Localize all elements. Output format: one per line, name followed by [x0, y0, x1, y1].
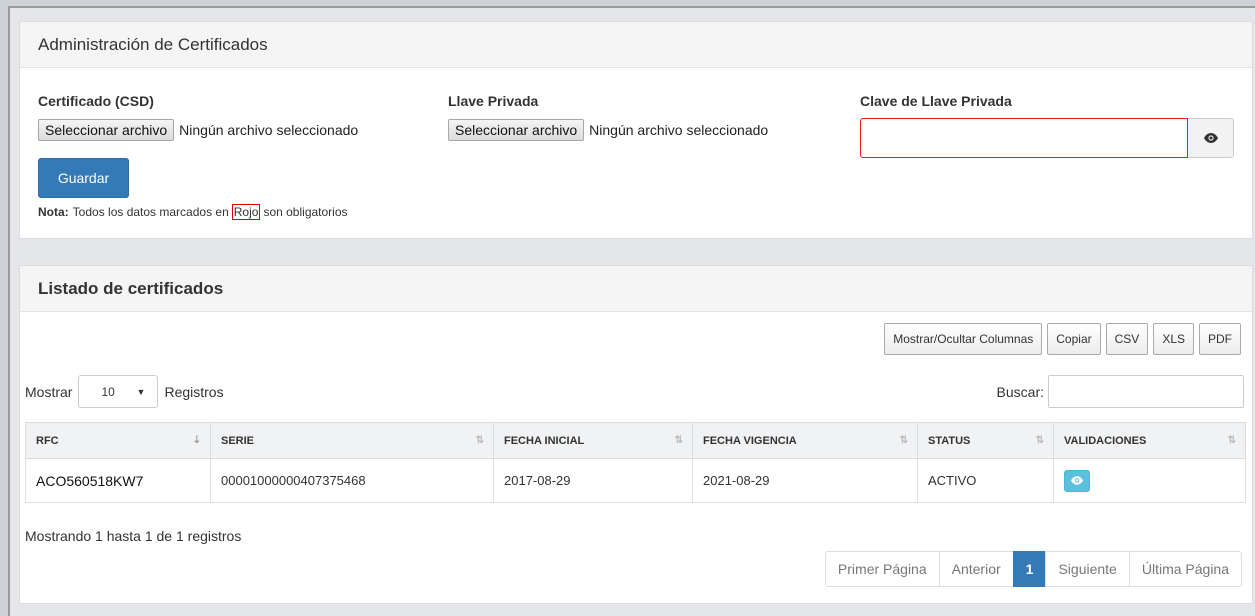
- clave-field: Clave de Llave Privada: [860, 93, 1234, 158]
- clave-password-input[interactable]: [860, 118, 1188, 158]
- llave-file-status: Ningún archivo seleccionado: [589, 122, 769, 138]
- column-label: FECHA INICIAL: [504, 434, 585, 447]
- cell-serie: 00001000000407375468: [210, 458, 494, 503]
- certificado-file-status: Ningún archivo seleccionado: [179, 122, 359, 138]
- llave-file-button[interactable]: Seleccionar archivo: [448, 119, 585, 141]
- panel-title: Listado de certificados: [38, 278, 224, 298]
- caret-down-icon: ▼: [136, 386, 146, 397]
- certificado-field: Certificado (CSD) Seleccionar archivo Ni…: [38, 93, 358, 141]
- table-row: ACO560518KW7 00001000000407375468 2017-0…: [25, 458, 1246, 503]
- panel-heading: Administración de Certificados: [20, 22, 1252, 68]
- sort-icon: ⇅: [674, 435, 683, 446]
- column-header-status[interactable]: STATUS ⇅: [917, 422, 1054, 459]
- sort-icon: ⇅: [899, 435, 908, 446]
- panel-title: Administración de Certificados: [38, 34, 268, 54]
- page-length-value: 10: [101, 384, 115, 399]
- column-label: FECHA VIGENCIA: [703, 434, 797, 447]
- rfc-value: ACO560518KW7: [36, 469, 196, 492]
- eye-icon: [1203, 133, 1218, 143]
- cell-status: ACTIVO: [917, 458, 1054, 503]
- note-text-before: Todos los datos marcados en: [72, 205, 229, 219]
- column-label: RFC: [36, 434, 59, 447]
- note-text-after: son obligatorios: [263, 205, 348, 219]
- certificado-label: Certificado (CSD): [38, 93, 154, 109]
- page-length-select[interactable]: 10 ▼: [78, 375, 159, 408]
- cell-fecha-inicial: 2017-08-29: [493, 458, 693, 503]
- page-next-button[interactable]: Siguiente: [1045, 551, 1130, 587]
- page-last-button[interactable]: Última Página: [1128, 551, 1242, 587]
- certificates-admin-panel: Administración de Certificados Certifica…: [19, 21, 1253, 239]
- column-label: SERIE: [221, 434, 255, 447]
- sort-icon: ⇅: [475, 435, 484, 446]
- copy-button[interactable]: Copiar: [1047, 323, 1101, 355]
- llave-label: Llave Privada: [448, 93, 539, 109]
- column-header-fecha-inicial[interactable]: FECHA INICIAL ⇅: [493, 422, 693, 459]
- certificates-table: RFC ⇣ SERIE ⇅ FECHA INICIAL ⇅ FECHA VIGENCI…: [25, 422, 1246, 503]
- column-header-validaciones[interactable]: VALIDACIONES ⇅: [1053, 422, 1246, 459]
- cell-rfc: ACO560518KW7: [25, 458, 211, 503]
- cell-fecha-vigencia: 2021-08-29: [692, 458, 918, 503]
- clave-label: Clave de Llave Privada: [860, 93, 1012, 109]
- eye-icon: [1071, 476, 1083, 485]
- page-prev-button[interactable]: Anterior: [938, 551, 1014, 587]
- note-highlight: Rojo: [231, 204, 261, 220]
- column-header-fecha-vigencia[interactable]: FECHA VIGENCIA ⇅: [692, 422, 918, 459]
- column-label: VALIDACIONES: [1064, 434, 1147, 447]
- show-password-button[interactable]: [1188, 118, 1234, 158]
- search-label: Buscar:: [996, 383, 1044, 400]
- column-label: STATUS: [928, 434, 971, 447]
- xls-button[interactable]: XLS: [1153, 323, 1194, 355]
- note-prefix: Nota:: [38, 205, 69, 219]
- cell-validaciones: [1053, 458, 1246, 503]
- search-input[interactable]: [1048, 375, 1244, 408]
- sort-asc-icon: ⇣: [192, 435, 201, 446]
- pdf-button[interactable]: PDF: [1199, 323, 1241, 355]
- length-prefix: Mostrar: [25, 383, 73, 400]
- view-validations-button[interactable]: [1064, 469, 1090, 492]
- panel-heading: Listado de certificados: [20, 266, 1252, 312]
- llave-field: Llave Privada Seleccionar archivo Ningún…: [448, 93, 768, 141]
- table-info: Mostrando 1 hasta 1 de 1 registros: [25, 528, 242, 544]
- sort-icon: ⇅: [1227, 435, 1236, 446]
- certificado-file-button[interactable]: Seleccionar archivo: [38, 119, 175, 141]
- page-number-button[interactable]: 1: [1012, 551, 1047, 587]
- csv-button[interactable]: CSV: [1105, 323, 1149, 355]
- certificates-list-panel: Listado de certificados Mostrar/Ocultar …: [19, 265, 1253, 604]
- sort-icon: ⇅: [1035, 435, 1044, 446]
- page-first-button[interactable]: Primer Página: [824, 551, 940, 587]
- required-note: Nota: Todos los datos marcados en Rojo s…: [38, 204, 348, 220]
- save-button[interactable]: Guardar: [38, 158, 129, 198]
- page-length-control: Mostrar 10 ▼ Registros: [25, 375, 224, 408]
- length-suffix: Registros: [164, 383, 224, 400]
- export-toolbar: Mostrar/Ocultar Columnas Copiar CSV XLS …: [884, 323, 1241, 355]
- column-header-serie[interactable]: SERIE ⇅: [210, 422, 494, 459]
- pagination: Primer Página Anterior 1 Siguiente Últim…: [824, 551, 1242, 587]
- toggle-columns-button[interactable]: Mostrar/Ocultar Columnas: [884, 323, 1043, 355]
- column-header-rfc[interactable]: RFC ⇣: [25, 422, 211, 459]
- search-control: Buscar:: [997, 375, 1244, 408]
